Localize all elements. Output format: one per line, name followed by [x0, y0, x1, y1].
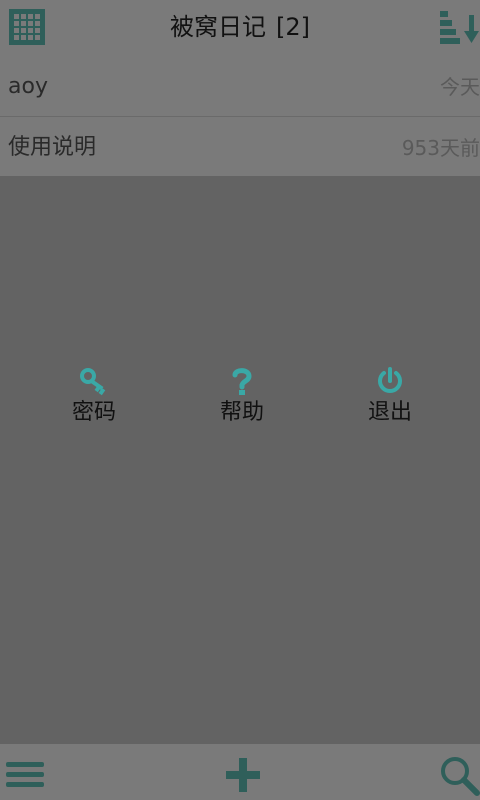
list-item[interactable]: aoy 今天: [0, 56, 480, 116]
add-icon[interactable]: [224, 756, 262, 794]
search-icon[interactable]: [438, 754, 480, 796]
help-label: 帮助: [219, 400, 264, 425]
password-label: 密码: [71, 400, 116, 425]
menu-icon[interactable]: [6, 760, 46, 790]
help-icon: [232, 368, 252, 395]
entry-date: 953天前: [401, 136, 480, 160]
password-button[interactable]: 密码: [34, 366, 154, 426]
entry-title: 使用说明: [8, 135, 97, 160]
exit-label: 退出: [367, 400, 412, 425]
entry-date: 今天: [440, 75, 480, 99]
popup-menu: 密码 帮助 退出: [0, 366, 480, 436]
exit-button[interactable]: 退出: [330, 366, 450, 426]
bottom-toolbar: [0, 744, 480, 800]
app-title: 被窝日记: [170, 13, 266, 41]
list-item[interactable]: 使用说明 953天前: [0, 116, 480, 176]
help-button[interactable]: 帮助: [182, 366, 302, 426]
title-bar: 被窝日记 [2]: [0, 0, 480, 56]
power-icon: [378, 367, 402, 393]
key-icon: [80, 368, 106, 396]
sort-icon[interactable]: [438, 7, 480, 47]
entry-title: aoy: [8, 74, 48, 99]
entry-count: [2]: [276, 13, 310, 41]
diary-list: aoy 今天 使用说明 953天前: [0, 56, 480, 176]
page-title: 被窝日记 [2]: [0, 10, 480, 44]
